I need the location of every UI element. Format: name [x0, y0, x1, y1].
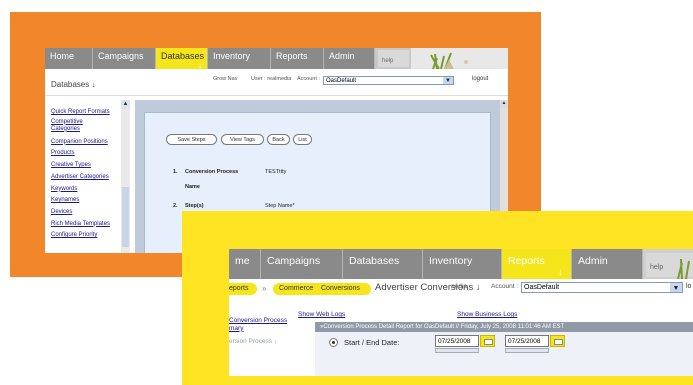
sidebar-item-companion-positions[interactable]: Companion Positions — [51, 137, 111, 149]
account-label: Account : — [297, 76, 320, 82]
plant-image — [411, 48, 508, 69]
calendar-icon[interactable] — [550, 335, 565, 347]
tab-databases[interactable]: Databases — [156, 48, 208, 74]
sidebar: Conversion Process mary ersion Process ↓ — [229, 317, 287, 346]
start-date-input[interactable]: 07/25/2008 — [435, 335, 479, 347]
tab-campaigns[interactable]: Campaigns — [261, 249, 343, 279]
sidebar-item-conversion-process[interactable]: Conversion Process — [229, 317, 287, 325]
sidebar-item-products[interactable]: Products — [51, 148, 111, 160]
reports-screenshot: me Campaigns Databases Inventory Reports… — [229, 249, 693, 376]
view-tags-button[interactable]: View Tags — [221, 134, 264, 145]
sub-header: Databases ↓ Grow Nav User : realmedia Ac… — [45, 69, 508, 96]
sidebar-item-quick-report-formats[interactable]: Quick Report Formats — [51, 107, 111, 119]
breadcrumb-reports[interactable]: eports — [229, 283, 257, 295]
sidebar-item-summary[interactable]: mary — [229, 325, 287, 333]
detail-report-panel: »Conversion Process Detail Report for Oa… — [315, 322, 693, 376]
step-name-label: Step Name* — [265, 203, 295, 209]
detail-report-header: »Conversion Process Detail Report for Oa… — [315, 322, 693, 332]
start-end-date-label: Start / End Date: — [344, 338, 400, 347]
sidebar-item-devices[interactable]: Devices — [51, 207, 111, 219]
help-tab[interactable]: help — [378, 50, 409, 67]
list-button[interactable]: List — [293, 134, 312, 145]
yellow-card: me Campaigns Databases Inventory Reports… — [182, 211, 693, 385]
account-label: Account : — [491, 283, 519, 290]
sub-header: eports » Commerce » Conversions Advertis… — [229, 279, 693, 299]
calendar-icon[interactable] — [480, 335, 495, 347]
tab-admin[interactable]: Admin — [324, 48, 375, 69]
tab-databases[interactable]: Databases — [343, 249, 423, 279]
back-button[interactable]: Back — [267, 134, 290, 145]
sidebar-item-creative-types[interactable]: Creative Types — [51, 160, 111, 172]
user-label: User : realmedia — [251, 76, 292, 82]
account-select[interactable]: OasDefault ▼ — [521, 282, 683, 293]
tab-reports[interactable]: Reports — [271, 48, 324, 69]
media-label: nedia — [451, 283, 467, 290]
top-nav: Home Campaigns Databases Inventory Repor… — [45, 48, 508, 74]
steps-label: Step(s) — [185, 203, 204, 209]
save-steps-button[interactable]: Save Steps — [166, 134, 217, 145]
tab-inventory[interactable]: Inventory — [208, 48, 271, 69]
chevron-up-icon[interactable]: ▲ — [121, 100, 130, 109]
end-date-input[interactable]: 07/25/2008 — [505, 335, 549, 347]
sidebar-item-competitive-categories[interactable]: Competitive Categories — [51, 119, 111, 133]
chevron-up-icon[interactable]: ▲ — [500, 100, 508, 108]
logout-link[interactable]: lo — [686, 283, 691, 290]
scrollbar-thumb[interactable] — [122, 187, 129, 247]
tab-home[interactable]: Home — [45, 48, 93, 69]
sidebar-item-keynames[interactable]: Keynames — [51, 195, 111, 207]
sidebar-item-rich-media-templates[interactable]: Rich Media Templates — [51, 219, 111, 231]
chevron-down-icon: ▼ — [443, 77, 453, 84]
top-nav: me Campaigns Databases Inventory Reports… — [229, 249, 693, 285]
start-time-input[interactable] — [435, 348, 479, 353]
start-end-date-radio[interactable] — [329, 338, 338, 347]
breadcrumb-conversions[interactable]: Conversions — [315, 283, 371, 295]
sidebar: Quick Report Formats Competitive Categor… — [45, 100, 131, 253]
tab-campaigns[interactable]: Campaigns — [93, 48, 156, 69]
sidebar-item-configure-priority[interactable]: Configure Priority — [51, 230, 111, 242]
tab-home[interactable]: me — [229, 249, 261, 279]
plant-image — [677, 258, 690, 279]
tab-reports[interactable]: Reports — [502, 249, 572, 285]
show-web-logs-link[interactable]: Show Web Logs — [298, 311, 345, 318]
sidebar-item-conversion-process-menu[interactable]: ersion Process ↓ — [229, 338, 287, 346]
breadcrumb-separator: » — [262, 284, 267, 293]
tab-admin[interactable]: Admin — [572, 249, 643, 279]
conversion-process-label: Conversion Process — [185, 169, 239, 175]
row-1-number: 1. — [173, 169, 178, 175]
conversion-process-value: TESTttty — [265, 169, 287, 175]
sidebar-item-keywords[interactable]: Keywords — [51, 184, 111, 196]
sidebar-scrollbar[interactable]: ▲ — [121, 100, 130, 253]
account-value: OasDefault — [524, 284, 560, 291]
show-business-logs-link[interactable]: Show Business Logs — [457, 311, 517, 318]
row-2-number: 2. — [173, 203, 178, 209]
name-label: Name — [185, 184, 200, 190]
breadcrumb[interactable]: Databases ↓ — [51, 80, 95, 89]
grow-nav-link[interactable]: Grow Nav — [213, 76, 237, 82]
account-value: OasDefault — [326, 78, 357, 84]
tab-inventory[interactable]: Inventory — [423, 249, 502, 279]
logout-link[interactable]: logout — [472, 76, 488, 82]
sidebar-item-advertiser-categories[interactable]: Advertiser Categories — [51, 172, 111, 184]
end-time-input[interactable] — [505, 348, 549, 353]
account-select[interactable]: OasDefault ▼ — [323, 76, 454, 85]
chevron-down-icon: ▼ — [670, 283, 682, 292]
